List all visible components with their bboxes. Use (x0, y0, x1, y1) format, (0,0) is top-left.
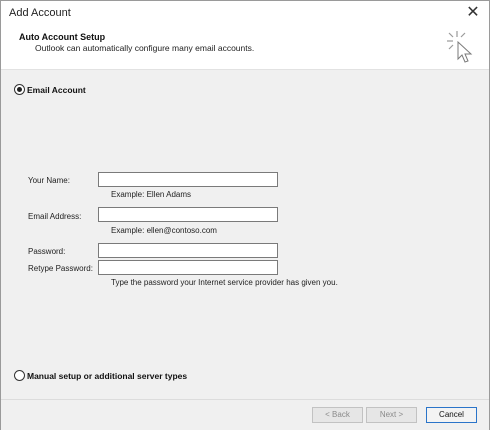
password-hint: Type the password your Internet service … (111, 278, 338, 287)
wizard-cursor-icon (447, 31, 473, 63)
close-button[interactable]: ✕ (463, 4, 483, 24)
email-account-radio[interactable] (14, 84, 25, 95)
your-name-hint: Example: Ellen Adams (111, 190, 192, 199)
email-address-label: Email Address: (28, 212, 82, 221)
your-name-label: Your Name: (28, 176, 70, 185)
wizard-header: Auto Account Setup Outlook can automatic… (1, 27, 489, 70)
back-button[interactable]: < Back (312, 407, 363, 423)
email-account-label[interactable]: Email Account (27, 85, 86, 95)
manual-setup-label[interactable]: Manual setup or additional server types (27, 371, 187, 381)
retype-password-label: Retype Password: (28, 264, 93, 273)
next-button[interactable]: Next > (366, 407, 417, 423)
manual-setup-radio[interactable] (14, 370, 25, 381)
header-subtitle: Outlook can automatically configure many… (35, 43, 255, 53)
window-title: Add Account (9, 7, 71, 19)
add-account-window: Add Account ✕ Auto Account Setup Outlook… (0, 0, 490, 430)
email-address-input[interactable] (98, 207, 278, 222)
email-address-hint: Example: ellen@contoso.com (111, 226, 217, 235)
cancel-button[interactable]: Cancel (426, 407, 477, 423)
your-name-input[interactable] (98, 172, 278, 187)
password-label: Password: (28, 247, 66, 256)
retype-password-input[interactable] (98, 260, 278, 275)
password-input[interactable] (98, 243, 278, 258)
header-title: Auto Account Setup (19, 32, 106, 42)
title-bar: Add Account ✕ (1, 1, 489, 27)
